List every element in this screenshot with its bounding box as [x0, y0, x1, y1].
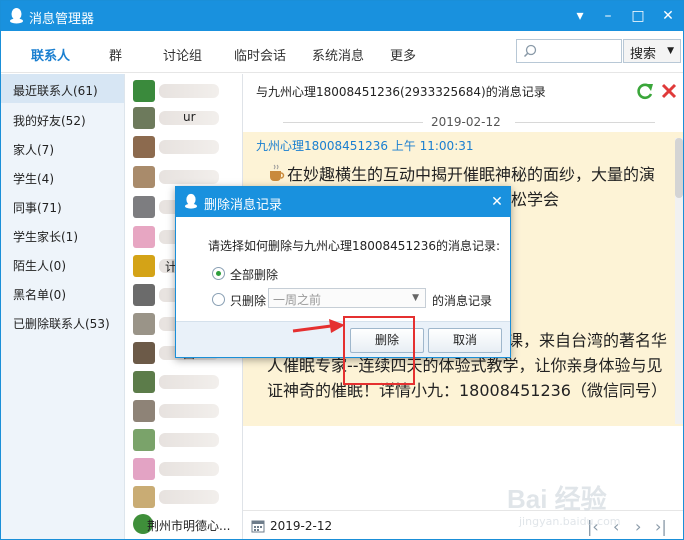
watermark: Bai 经验 jingyan.baidu.com	[499, 479, 659, 535]
avatar	[133, 255, 155, 277]
blurred-name	[159, 433, 219, 447]
avatar	[133, 371, 155, 393]
dialog-prompt: 请选择如何删除与九州心理18008451236的消息记录:	[208, 239, 501, 253]
list-item[interactable]	[133, 429, 233, 451]
category-students[interactable]: 学生(4)	[13, 170, 54, 187]
dialog-close-button[interactable]: ✕	[488, 192, 506, 212]
avatar	[133, 107, 155, 129]
nav-bar: 联系人 群 讨论组 临时会话 系统消息 更多 搜索 ▼	[1, 31, 683, 73]
tab-system-messages[interactable]: 系统消息	[312, 45, 364, 64]
avatar	[133, 429, 155, 451]
chevron-down-icon: ▼	[667, 46, 674, 56]
qq-penguin-icon	[10, 8, 23, 24]
skin-dropdown-icon[interactable]: ▾	[567, 5, 593, 27]
contact-fragment: ur	[183, 110, 196, 124]
watermark-main: Bai 经验	[507, 484, 607, 514]
blurred-name	[159, 140, 219, 154]
chat-header: 与九州心理18008451236(2933325684)的消息记录	[243, 74, 683, 108]
title-bar: 消息管理器 ▾ – □ ✕	[1, 1, 683, 31]
contact-name: 荆州市明德心...	[147, 519, 231, 533]
divider	[515, 122, 655, 123]
date-separator: 2019-02-12	[243, 112, 683, 132]
avatar	[133, 313, 155, 335]
avatar	[133, 400, 155, 422]
list-item[interactable]	[133, 400, 233, 422]
list-item[interactable]	[133, 458, 233, 480]
search-button[interactable]: 搜索 ▼	[623, 39, 681, 63]
list-item[interactable]	[133, 136, 233, 158]
avatar	[133, 226, 155, 248]
tab-more[interactable]: 更多	[390, 45, 416, 64]
scrollbar[interactable]	[675, 138, 683, 424]
message-sender: 九州心理18008451236 上午 11:00:31	[256, 139, 474, 153]
category-family[interactable]: 家人(7)	[13, 141, 54, 158]
radio-delete-all[interactable]	[212, 267, 225, 280]
dialog-title: 删除消息记录	[204, 198, 283, 213]
tab-groups[interactable]: 群	[109, 45, 122, 64]
search-button-label: 搜索	[630, 47, 657, 62]
window-title: 消息管理器	[29, 12, 95, 27]
avatar	[133, 166, 155, 188]
range-select[interactable]: 一周之前 ▼	[268, 288, 426, 308]
blurred-name	[159, 462, 219, 476]
range-select-value: 一周之前	[273, 293, 322, 307]
avatar	[133, 196, 155, 218]
avatar	[133, 136, 155, 158]
message-manager-window: 消息管理器 ▾ – □ ✕ 联系人 群 讨论组 临时会话 系统消息 更多 搜索 …	[0, 0, 684, 540]
cancel-button[interactable]: 取消	[428, 328, 502, 353]
list-item[interactable]	[133, 371, 233, 393]
blurred-name	[159, 490, 219, 504]
list-item[interactable]	[133, 486, 233, 508]
qq-penguin-icon	[185, 193, 197, 209]
maximize-button[interactable]: □	[625, 5, 651, 27]
scrollbar-thumb[interactable]	[675, 138, 683, 198]
avatar	[133, 342, 155, 364]
list-item[interactable]: ur	[133, 107, 233, 129]
avatar	[133, 486, 155, 508]
category-friends[interactable]: 我的好友(52)	[13, 112, 86, 129]
category-blacklist[interactable]: 黑名单(0)	[13, 286, 66, 303]
watermark-url: jingyan.baidu.com	[519, 515, 621, 528]
refresh-icon[interactable]	[635, 81, 655, 101]
category-recent[interactable]: 最近联系人(61)	[1, 74, 124, 103]
divider	[283, 122, 423, 123]
chat-title: 与九州心理18008451236(2933325684)的消息记录	[256, 85, 546, 99]
dialog-title-bar: 删除消息记录 ✕	[176, 187, 510, 217]
tab-discussions[interactable]: 讨论组	[163, 45, 202, 64]
avatar	[133, 80, 155, 102]
category-deleted[interactable]: 已删除联系人(53)	[13, 315, 110, 332]
list-item[interactable]	[133, 80, 233, 102]
chevron-down-icon: ▼	[412, 293, 419, 303]
minimize-button[interactable]: –	[595, 5, 621, 27]
message-line-1: 在妙趣横生的互动中揭开催眠神秘的面纱，大量的演	[287, 165, 656, 184]
blurred-name	[159, 404, 219, 418]
list-item[interactable]: 荆州市明德心...	[133, 514, 245, 536]
footer-date: 2019-2-12	[270, 519, 333, 533]
category-parents[interactable]: 学生家长(1)	[13, 228, 78, 245]
search-icon	[523, 44, 537, 58]
avatar	[133, 458, 155, 480]
delete-icon[interactable]	[659, 81, 679, 101]
category-list: 最近联系人(61) 我的好友(52) 家人(7) 学生(4) 同事(71) 学生…	[1, 74, 125, 539]
option-delete-partial-label[interactable]: 只删除	[230, 292, 266, 309]
option-delete-all-label[interactable]: 全部删除	[230, 266, 278, 283]
search-input[interactable]	[516, 39, 622, 63]
category-strangers[interactable]: 陌生人(0)	[13, 257, 66, 274]
annotation-arrow-icon	[292, 319, 345, 333]
list-item[interactable]	[133, 166, 233, 188]
blurred-name	[159, 84, 219, 98]
calendar-icon[interactable]	[251, 519, 265, 533]
annotation-highlight	[343, 316, 415, 385]
tab-temp-sessions[interactable]: 临时会话	[234, 45, 286, 64]
category-colleagues[interactable]: 同事(71)	[13, 199, 62, 216]
close-button[interactable]: ✕	[655, 5, 681, 27]
radio-delete-partial[interactable]	[212, 293, 225, 306]
coffee-cup-icon	[270, 164, 285, 181]
blurred-name	[159, 375, 219, 389]
tab-contacts[interactable]: 联系人	[31, 45, 70, 64]
date-label: 2019-02-12	[431, 115, 501, 129]
avatar	[133, 284, 155, 306]
blurred-name	[159, 170, 219, 184]
range-suffix: 的消息记录	[432, 294, 493, 308]
